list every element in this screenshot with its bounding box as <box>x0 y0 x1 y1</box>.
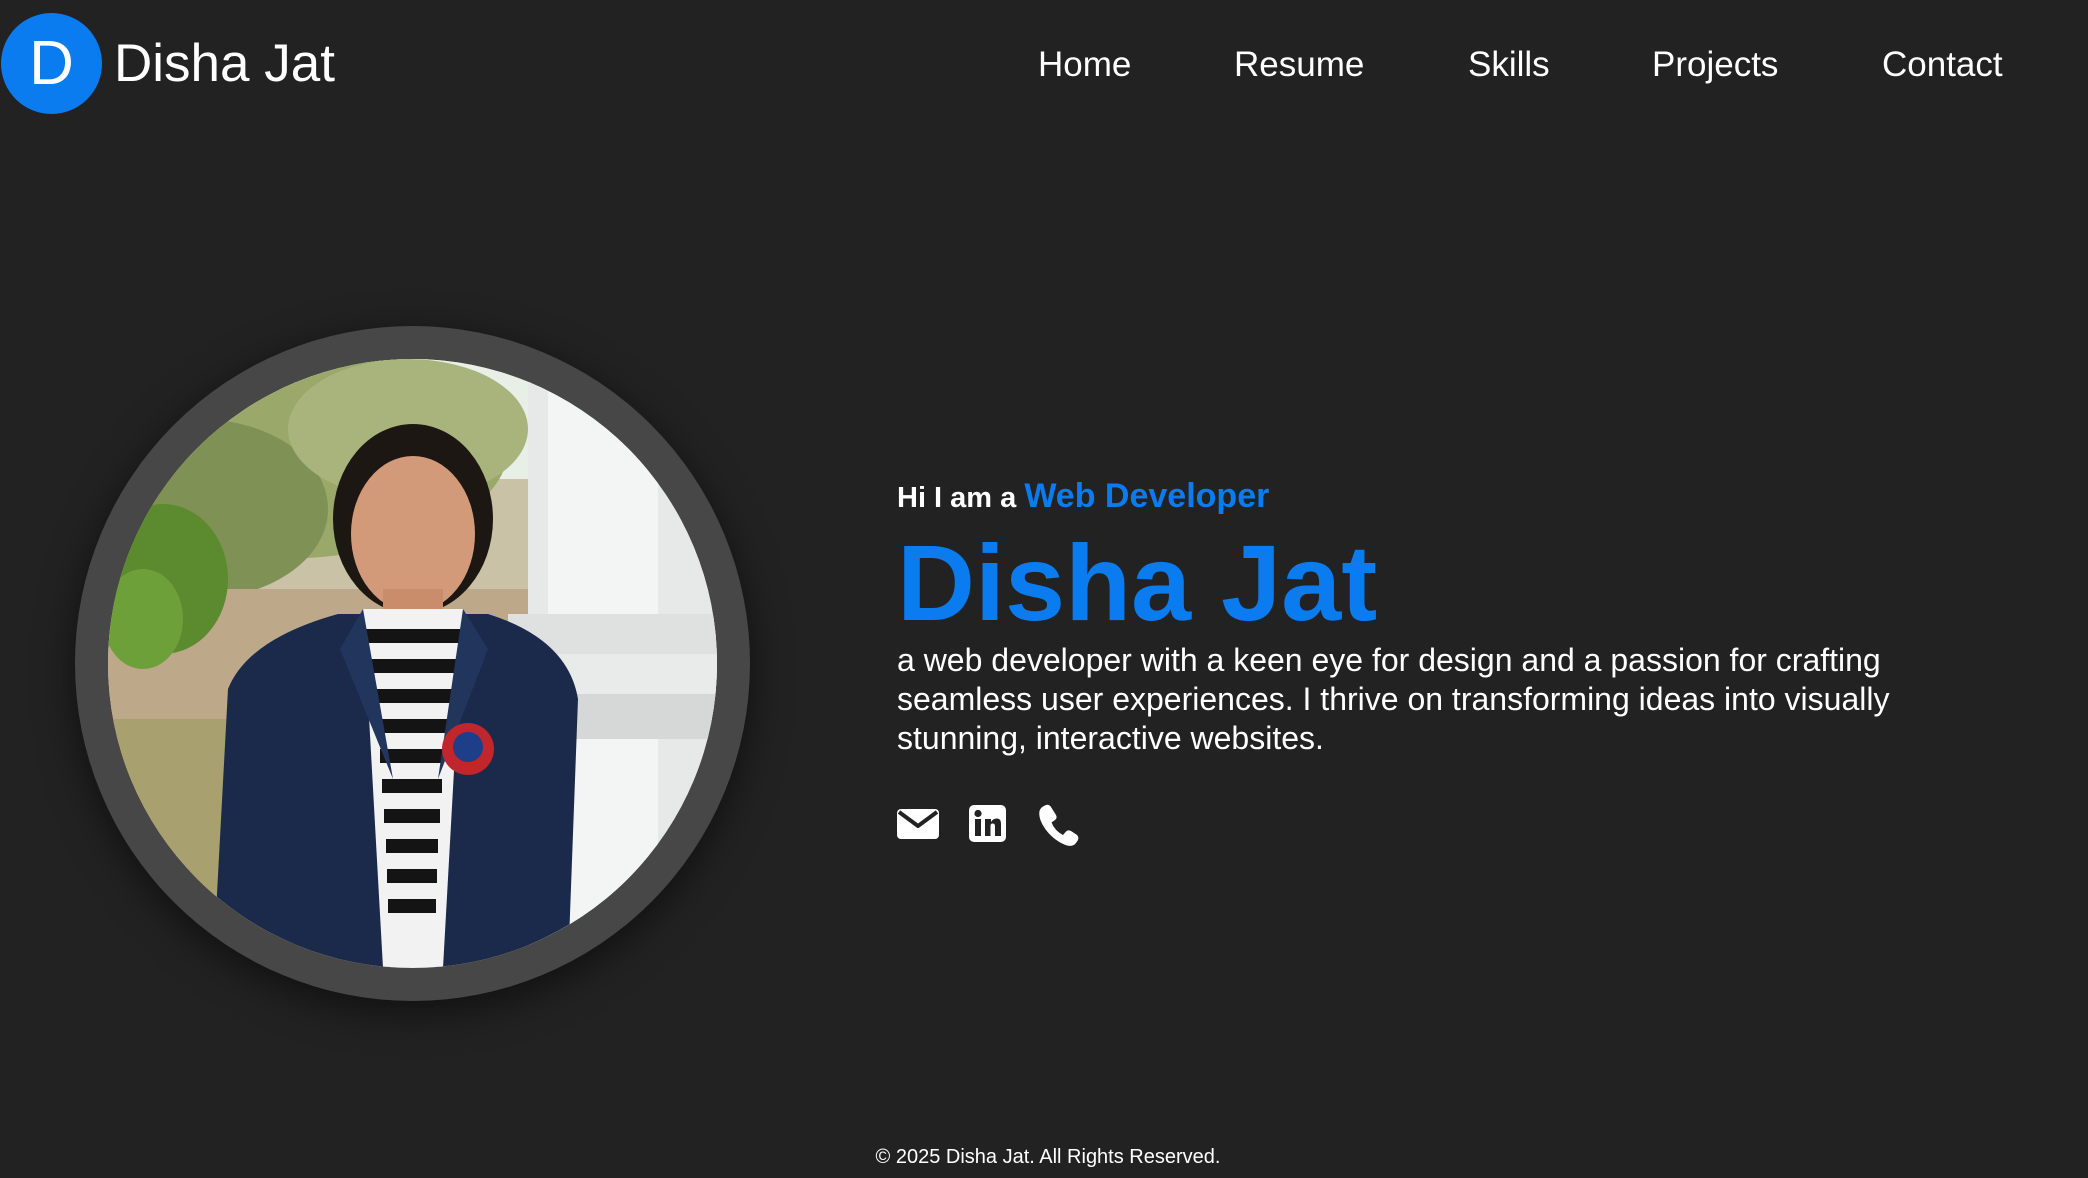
hero-role: Web Developer <box>1024 477 1270 515</box>
site-title[interactable]: Disha Jat <box>114 33 335 95</box>
profile-photo <box>108 359 717 968</box>
hero-intro: Hi I am a Web Developer <box>897 477 1269 516</box>
hero-bio: a web developer with a keen eye for desi… <box>897 642 1890 756</box>
nav-link-contact[interactable]: Contact <box>1882 40 2003 90</box>
nav-link-skills[interactable]: Skills <box>1468 40 1550 90</box>
envelope-icon[interactable] <box>897 807 939 846</box>
logo-badge[interactable]: D <box>1 13 102 114</box>
profile-photo-illustration <box>108 359 717 968</box>
phone-icon[interactable] <box>1037 803 1079 852</box>
nav-link-resume[interactable]: Resume <box>1234 40 1364 90</box>
footer-copyright: © 2025 Disha Jat. All Rights Reserved. <box>875 1146 1221 1168</box>
nav-link-projects[interactable]: Projects <box>1652 40 1778 90</box>
intro-prefix: Hi I am a <box>897 482 1025 514</box>
nav-link-home[interactable]: Home <box>1038 40 1131 90</box>
linkedin-icon[interactable] <box>969 805 1006 847</box>
hero-name: Disha Jat <box>897 522 1378 643</box>
logo-letter: D <box>29 28 74 98</box>
site-header: D Disha Jat Home Resume Skills Projects … <box>0 0 2088 128</box>
